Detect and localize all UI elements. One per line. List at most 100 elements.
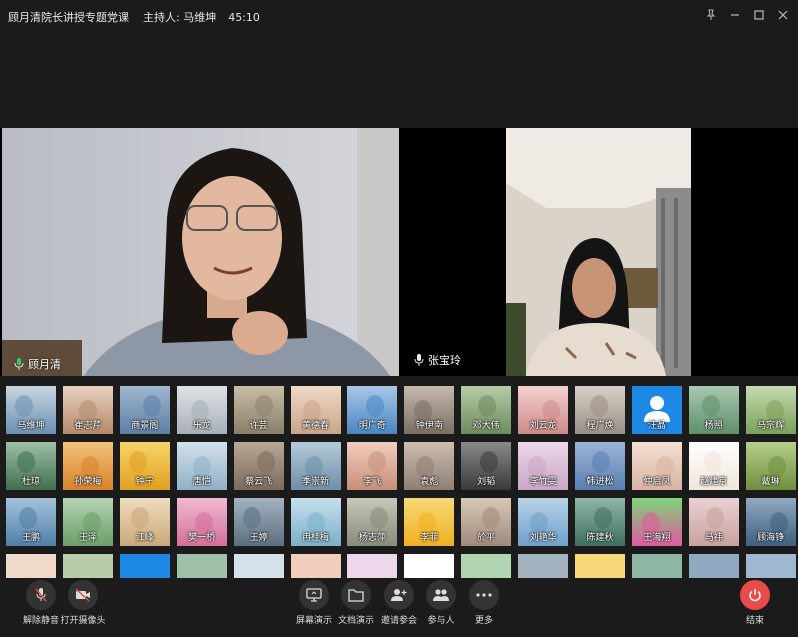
participant-name: 王泽 <box>78 533 97 543</box>
participant-tile[interactable]: 杜琼 <box>6 442 56 490</box>
document-share-label: 文档演示 <box>337 616 374 626</box>
participant-name: 仲启凤 <box>643 477 671 487</box>
participant-tile[interactable]: 王鹏 <box>6 498 56 546</box>
participant-tile[interactable]: 仲启凤 <box>631 442 682 490</box>
participant-tile-partial[interactable] <box>347 554 398 578</box>
pin-icon[interactable] <box>702 6 720 24</box>
participant-tile-partial[interactable] <box>290 554 341 578</box>
participant-tile[interactable]: 韩进松 <box>575 442 625 490</box>
add-user-icon <box>391 589 407 601</box>
participant-tile-partial[interactable] <box>745 554 796 578</box>
participant-tile[interactable]: 蔡云飞 <box>233 442 284 490</box>
participant-tile[interactable]: 程广焕 <box>575 386 625 434</box>
participant-tile[interactable]: 季崇新 <box>290 442 341 490</box>
close-icon[interactable] <box>774 6 792 24</box>
speaker-name-1: 顾月清 <box>28 358 61 371</box>
participant-tile-partial[interactable] <box>631 554 682 578</box>
participant-tile-partial[interactable] <box>688 554 739 578</box>
participant-tile-partial[interactable] <box>119 554 170 578</box>
more-label: 更多 <box>474 616 493 626</box>
participant-name: 邓大伟 <box>472 421 500 431</box>
participant-tile[interactable]: 樊一桥 <box>176 498 227 546</box>
bottom-toolbar: 解除静音 打开摄像头 屏幕演示 文档演示 邀请参会 参与人 更多 结束 <box>0 578 798 637</box>
participant-tile[interactable]: 刘艳华 <box>518 498 569 546</box>
folder-icon <box>348 589 364 602</box>
screen-share-label: 屏幕演示 <box>295 616 332 626</box>
participant-name: 刘云龙 <box>529 421 557 431</box>
participant-tile-partial[interactable] <box>62 554 113 578</box>
participant-tile[interactable]: 王海翔 <box>631 498 682 546</box>
participant-tile[interactable]: 陈建秋 <box>575 498 625 546</box>
participant-tile[interactable]: 顾海铮 <box>745 498 796 546</box>
microphone-icon <box>14 358 24 370</box>
participant-tile[interactable]: 赵建京 <box>688 442 739 490</box>
participant-tile[interactable]: 邓大伟 <box>461 386 512 434</box>
participant-name: 黄德春 <box>301 421 329 431</box>
participant-tile[interactable]: 刘云龙 <box>518 386 569 434</box>
participant-name: 李飞 <box>363 477 382 487</box>
participant-name: 李竹雯 <box>529 477 557 487</box>
participant-tile[interactable]: 袁彪 <box>404 442 455 490</box>
participant-tile-partial[interactable] <box>461 554 512 578</box>
participant-tile[interactable]: 商景阁 <box>119 386 170 434</box>
participant-tile[interactable]: 乐龙 <box>176 386 227 434</box>
participant-name: 顾海铮 <box>757 533 785 543</box>
participant-name: 唐恺 <box>192 477 211 487</box>
participant-tile[interactable]: 李菲 <box>404 498 455 546</box>
participant-tile[interactable]: 江峰 <box>119 498 170 546</box>
participant-tile-partial[interactable] <box>575 554 625 578</box>
participant-name: 李菲 <box>420 533 439 543</box>
participant-tile[interactable]: 马祎 <box>688 498 739 546</box>
end-meeting-button[interactable]: 结束 <box>727 580 783 626</box>
participant-tile[interactable]: 马维坤 <box>6 386 56 434</box>
participant-name: 韩进松 <box>586 477 614 487</box>
speaker-2-video-frame <box>506 128 691 376</box>
more-button[interactable]: 更多 <box>456 580 512 626</box>
participant-tile[interactable]: 王泽 <box>62 498 113 546</box>
participant-tile[interactable]: 明广奇 <box>347 386 398 434</box>
participant-tile[interactable]: 李飞 <box>347 442 398 490</box>
participant-name: 王鹏 <box>21 533 40 543</box>
microphone-muted-icon <box>35 588 47 602</box>
power-icon <box>749 589 761 602</box>
participant-tile[interactable]: 孙荣梅 <box>62 442 113 490</box>
participant-tile[interactable]: 崔志芹 <box>62 386 113 434</box>
maximize-icon[interactable] <box>750 6 768 24</box>
participant-name: 王婷 <box>249 533 268 543</box>
speaker-label-1: 顾月清 <box>14 356 61 372</box>
participant-tile[interactable]: 於平 <box>461 498 512 546</box>
camera-button[interactable]: 打开摄像头 <box>55 580 111 626</box>
participant-name: 马维坤 <box>17 421 45 431</box>
participant-tile-partial[interactable] <box>6 554 56 578</box>
speaker-video-2[interactable] <box>506 128 691 376</box>
more-dots-icon <box>476 593 492 597</box>
participant-name: 冉桂梅 <box>301 533 329 543</box>
invite-label: 邀请参会 <box>380 616 417 626</box>
participant-tile[interactable]: 马宗辉 <box>745 386 796 434</box>
participant-tile[interactable]: 许芸 <box>233 386 284 434</box>
participant-tile[interactable]: 唐恺 <box>176 442 227 490</box>
minimize-icon[interactable] <box>726 6 744 24</box>
unmute-label: 解除静音 <box>22 616 59 626</box>
participant-tile[interactable]: 冉桂梅 <box>290 498 341 546</box>
participant-tile[interactable]: 刘韬 <box>461 442 512 490</box>
participant-name: 蔡云飞 <box>245 477 273 487</box>
participant-tile[interactable]: 杨照 <box>688 386 739 434</box>
participant-tile[interactable]: 汪晶 <box>631 386 682 434</box>
participant-tile-partial[interactable] <box>518 554 569 578</box>
participant-tile[interactable]: 戴琳 <box>745 442 796 490</box>
participant-tile[interactable]: 杨志萍 <box>347 498 398 546</box>
speaker-video-1[interactable]: 顾月清 <box>2 128 399 376</box>
participant-tile[interactable]: 王婷 <box>233 498 284 546</box>
participant-tile-partial[interactable] <box>176 554 227 578</box>
participant-tile[interactable]: 黄德春 <box>290 386 341 434</box>
camera-off-icon <box>75 588 90 602</box>
participant-tile[interactable]: 李竹雯 <box>518 442 569 490</box>
participant-name: 袁彪 <box>420 477 439 487</box>
participant-name: 赵建京 <box>700 477 728 487</box>
participant-tile-partial[interactable] <box>233 554 284 578</box>
participant-tile[interactable]: 钟宁 <box>119 442 170 490</box>
participant-tile[interactable]: 钟伊南 <box>404 386 455 434</box>
participant-tile-partial[interactable] <box>404 554 455 578</box>
speaker-label-2: 张宝玲 <box>414 352 461 368</box>
